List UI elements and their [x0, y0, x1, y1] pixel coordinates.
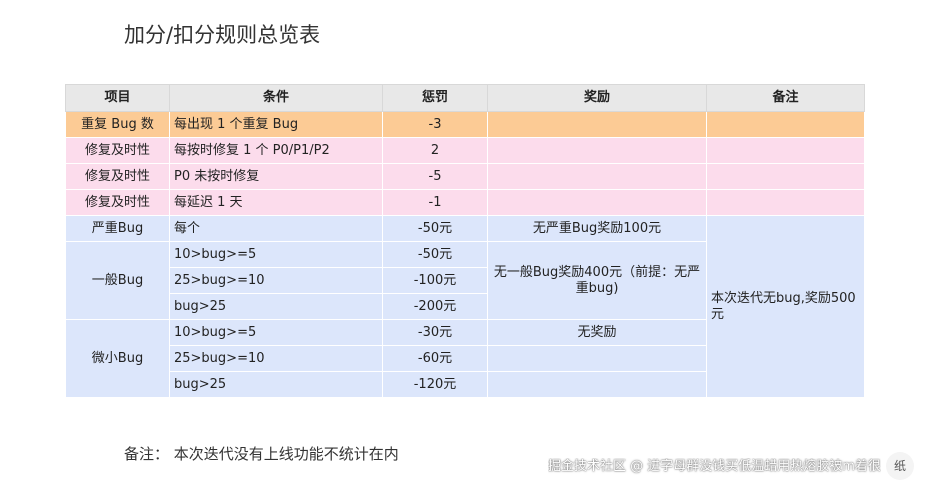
table-header-row: 项目 条件 惩罚 奖励 备注	[65, 84, 865, 112]
rules-table: 项目 条件 惩罚 奖励 备注 重复 Bug 数 每出现 1 个重复 Bug -3…	[65, 84, 865, 398]
table-row: 修复及时性 P0 未按时修复 -5	[65, 163, 865, 190]
cell-remark	[706, 137, 865, 164]
cell-bug-remark: 本次迭代无bug,奖励500元	[706, 215, 865, 398]
cell-item: 修复及时性	[65, 189, 170, 216]
cell-reward	[487, 163, 707, 190]
watermark: 掘金技术社区 @ 进字母群没钱买低温蜡用热熔胶被m着很	[548, 459, 881, 474]
cell-condition: 每个	[169, 215, 383, 242]
cell-penalty: -1	[382, 189, 488, 216]
cell-remark	[706, 111, 865, 138]
cell-reward: 无严重Bug奖励100元	[487, 215, 707, 242]
cell-item: 修复及时性	[65, 163, 170, 190]
cell-condition: bug>25	[169, 371, 383, 398]
header-reward: 奖励	[487, 84, 707, 112]
cell-penalty: -5	[382, 163, 488, 190]
cell-condition: 每按时修复 1 个 P0/P1/P2	[169, 137, 383, 164]
cell-remark	[706, 189, 865, 216]
page-title: 加分/扣分规则总览表	[124, 23, 321, 47]
cell-condition: 10>bug>=5	[169, 241, 383, 268]
cell-penalty: -100元	[382, 267, 488, 294]
cell-item: 修复及时性	[65, 137, 170, 164]
cell-reward	[487, 189, 707, 216]
cell-condition: 25>bug>=10	[169, 345, 383, 372]
cell-penalty: 2	[382, 137, 488, 164]
cell-condition: 25>bug>=10	[169, 267, 383, 294]
cell-penalty: -60元	[382, 345, 488, 372]
cell-item: 一般Bug	[65, 241, 170, 320]
cell-penalty: -50元	[382, 241, 488, 268]
header-item: 项目	[65, 84, 170, 112]
cell-item: 重复 Bug 数	[65, 111, 170, 138]
cell-item: 严重Bug	[65, 215, 170, 242]
table-row: 严重Bug 每个 -50元 无严重Bug奖励100元 本次迭代无bug,奖励50…	[65, 215, 865, 398]
cell-reward	[487, 137, 707, 164]
cell-reward	[487, 111, 707, 138]
cell-penalty: -50元	[382, 215, 488, 242]
cell-condition: P0 未按时修复	[169, 163, 383, 190]
cell-remark	[706, 163, 865, 190]
cell-reward: 无奖励	[487, 319, 707, 346]
cell-penalty: -3	[382, 111, 488, 138]
cell-condition: 每出现 1 个重复 Bug	[169, 111, 383, 138]
cell-reward: 无一般Bug奖励400元（前提：无严重bug)	[487, 241, 707, 320]
footnote: 备注： 本次迭代没有上线功能不统计在内	[124, 445, 399, 463]
cell-reward	[487, 345, 707, 372]
header-condition: 条件	[169, 84, 383, 112]
cell-penalty: -120元	[382, 371, 488, 398]
cell-condition: 10>bug>=5	[169, 319, 383, 346]
corner-badge[interactable]: 纸	[886, 452, 914, 480]
table-row: 修复及时性 每延迟 1 天 -1	[65, 189, 865, 216]
table-row: 重复 Bug 数 每出现 1 个重复 Bug -3	[65, 111, 865, 138]
header-remark: 备注	[706, 84, 865, 112]
cell-penalty: -200元	[382, 293, 488, 320]
cell-condition: bug>25	[169, 293, 383, 320]
cell-penalty: -30元	[382, 319, 488, 346]
page: 加分/扣分规则总览表 项目 条件 惩罚 奖励 备注 重复 Bug 数 每出现 1…	[0, 0, 928, 488]
header-penalty: 惩罚	[382, 84, 488, 112]
cell-condition: 每延迟 1 天	[169, 189, 383, 216]
cell-reward	[487, 371, 707, 398]
table-row: 修复及时性 每按时修复 1 个 P0/P1/P2 2	[65, 137, 865, 164]
cell-item: 微小Bug	[65, 319, 170, 398]
